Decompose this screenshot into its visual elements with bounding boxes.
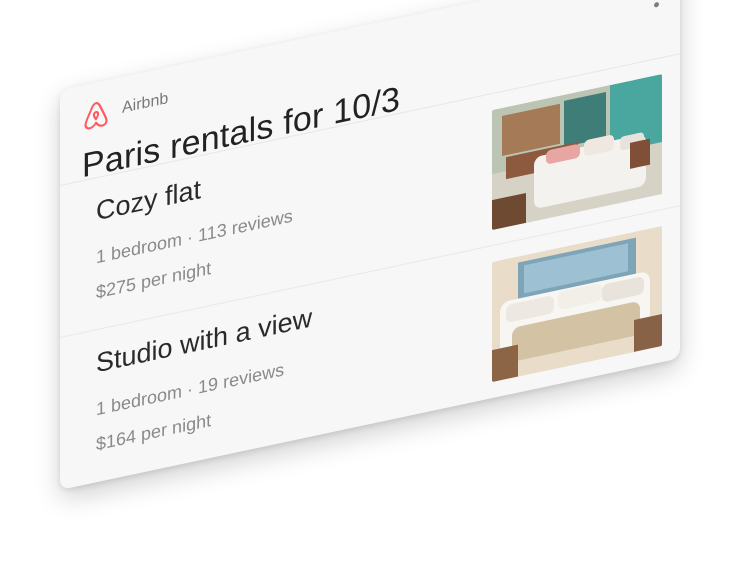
brand-name: Airbnb [122,89,169,117]
bedroom-photo-1[interactable] [492,74,662,231]
airbnb-logo-icon [82,97,110,131]
more-dot [653,1,659,8]
bedroom-photo-2[interactable] [492,226,662,383]
rentals-card[interactable]: Airbnb Paris rentals for 10/3 Cozy flat … [60,0,680,491]
screen: Airbnb Paris rentals for 10/3 Cozy flat … [0,0,734,578]
